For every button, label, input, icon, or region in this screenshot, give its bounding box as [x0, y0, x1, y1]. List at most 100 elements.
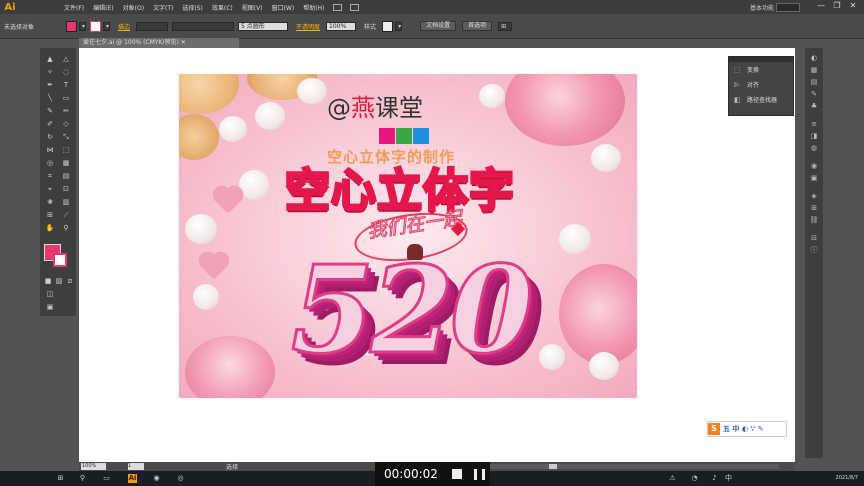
number-520-text[interactable]: 520 [290, 239, 535, 383]
zoom-tool-icon[interactable]: ⚲ [60, 223, 72, 233]
stroke-swatch-control[interactable] [90, 20, 102, 32]
arrange-documents-icon[interactable]: ⊞ [498, 21, 513, 31]
appearance-panel-icon[interactable]: ◉ [809, 162, 819, 170]
ime-toolbar[interactable]: S 五 中 ◐ ∵ ✎ [707, 421, 787, 437]
eyedropper-tool-icon[interactable]: ⌖ [44, 184, 56, 194]
symbol-sprayer-tool-icon[interactable]: ❀ [44, 197, 56, 207]
bridge-icon[interactable] [333, 3, 343, 11]
illustrator-task-icon[interactable]: Ai [128, 474, 137, 483]
color-guide-icon[interactable]: ▦ [809, 66, 819, 74]
flyout-item-align[interactable]: ⊫ 对齐 [729, 77, 793, 92]
task-view-icon[interactable]: ▭ [102, 474, 111, 483]
start-icon[interactable]: ⊞ [56, 474, 65, 483]
scale-tool-icon[interactable]: ⤡ [60, 132, 72, 142]
stroke-panel-icon[interactable]: ≡ [809, 120, 819, 128]
taskbar-clock[interactable]: 2021/8/7 [836, 475, 858, 481]
color-panel-icon[interactable]: ◐ [809, 54, 819, 62]
line-tool-icon[interactable]: ╲ [44, 93, 56, 103]
menu-file[interactable]: 文件(F) [64, 3, 84, 12]
hand-tool-icon[interactable]: ✋ [44, 223, 56, 233]
brushes-panel-icon[interactable]: ✎ [809, 90, 819, 98]
menu-effect[interactable]: 效果(C) [212, 3, 233, 12]
flyout-item-pathfinder[interactable]: ◧ 路径查找器 [729, 92, 793, 107]
workspace-switcher[interactable]: 基本功能 [750, 3, 774, 12]
symbols-panel-icon[interactable]: ♣ [809, 102, 819, 110]
menu-view[interactable]: 视图(V) [242, 3, 263, 12]
column-graph-tool-icon[interactable]: ▥ [60, 197, 72, 207]
blob-brush-tool-icon[interactable]: ✐ [44, 119, 56, 129]
slice-tool-icon[interactable]: ⟋ [60, 210, 72, 220]
stroke-dropdown[interactable]: ▾ [103, 21, 111, 31]
fill-swatch-control[interactable] [66, 20, 78, 32]
arrange-icon[interactable] [350, 3, 360, 11]
pencil-tool-icon[interactable]: ✏ [60, 106, 72, 116]
volume-icon[interactable]: ♪ [710, 474, 719, 483]
mesh-tool-icon[interactable]: ⌗ [44, 171, 56, 181]
eraser-tool-icon[interactable]: ◇ [60, 119, 72, 129]
variable-width-select[interactable] [172, 21, 235, 31]
pen-tool-icon[interactable]: ✒ [44, 80, 56, 90]
blend-tool-icon[interactable]: ⊡ [60, 184, 72, 194]
stroke-label[interactable]: 描边 [118, 22, 130, 31]
rotate-tool-icon[interactable]: ↻ [44, 132, 56, 142]
magic-wand-tool-icon[interactable]: ✧ [44, 67, 56, 77]
artboard-tool-icon[interactable]: ⊞ [44, 210, 56, 220]
style-dropdown[interactable]: ▾ [395, 21, 403, 31]
close-button[interactable]: ✕ [846, 1, 860, 10]
flyout-item-transform[interactable]: ⬚ 变换 [729, 62, 793, 77]
rectangle-tool-icon[interactable]: ▭ [60, 93, 72, 103]
tray-icon[interactable]: ⚠ [668, 474, 677, 483]
graphic-styles-icon[interactable]: ▣ [809, 174, 819, 182]
chat-task-icon[interactable]: ◎ [176, 474, 185, 483]
stop-button[interactable] [451, 469, 462, 479]
menu-type[interactable]: 文字(T) [153, 3, 173, 12]
gradient-panel-icon[interactable]: ◨ [809, 132, 819, 140]
browser-task-icon[interactable]: ◉ [152, 474, 161, 483]
artboard[interactable]: @燕课堂 空心立体字的制作 空心立体字 我们在一起 520 [179, 74, 637, 398]
document-setup-button[interactable]: 文档设置 [420, 21, 457, 31]
none-mode-icon[interactable]: ⧄ [64, 276, 76, 286]
preferences-button[interactable]: 首选项 [462, 21, 493, 31]
links-panel-icon[interactable]: ⛓ [809, 216, 819, 224]
navigator-panel-icon[interactable]: ⊟ [809, 234, 819, 242]
direct-selection-tool-icon[interactable]: △ [60, 54, 72, 64]
brush-select[interactable]: 5 点圆形 [238, 21, 289, 31]
free-transform-tool-icon[interactable]: ⬚ [60, 145, 72, 155]
menu-select[interactable]: 选择(S) [182, 3, 203, 12]
stroke-color-swatch[interactable] [53, 253, 67, 267]
shape-builder-tool-icon[interactable]: ◎ [44, 158, 56, 168]
transparency-panel-icon[interactable]: ◍ [809, 144, 819, 152]
main-title-text[interactable]: 空心立体字 [283, 154, 515, 219]
pause-button[interactable] [473, 468, 485, 480]
opacity-label[interactable]: 不透明度 [296, 22, 320, 31]
help-search-input[interactable] [776, 3, 800, 12]
type-tool-icon[interactable]: T [60, 80, 72, 90]
screen-mode-icon[interactable]: ▣ [44, 302, 56, 312]
swatches-panel-icon[interactable]: ▤ [809, 78, 819, 86]
menu-object[interactable]: 对象(O) [123, 3, 144, 12]
scroll-thumb[interactable] [549, 464, 557, 469]
lasso-tool-icon[interactable]: ◌ [60, 67, 72, 77]
document-canvas[interactable]: @燕课堂 空心立体字的制作 空心立体字 我们在一起 520 S 五 中 ◐ ∵ … [79, 48, 795, 462]
perspective-grid-tool-icon[interactable]: ▦ [60, 158, 72, 168]
document-tab[interactable]: 爱在七夕.ai @ 100% (CMYK/预览) ✕ [79, 38, 239, 48]
info-panel-icon[interactable]: ⓘ [809, 246, 819, 254]
drawing-mode-icon[interactable]: ◫ [44, 289, 56, 299]
opacity-input[interactable]: 100% [326, 21, 357, 31]
network-icon[interactable]: ◔ [690, 474, 699, 483]
selection-tool-icon[interactable]: ▲ [44, 54, 56, 64]
zoom-input[interactable]: 100% [81, 463, 106, 470]
artboard-number-input[interactable]: 1 [128, 463, 144, 470]
width-tool-icon[interactable]: ⋈ [44, 145, 56, 155]
style-swatch[interactable] [382, 20, 394, 32]
menu-help[interactable]: 帮助(H) [303, 3, 324, 12]
menu-window[interactable]: 窗口(W) [272, 3, 295, 12]
fill-dropdown[interactable]: ▾ [79, 21, 87, 31]
search-icon[interactable]: ⚲ [78, 474, 87, 483]
maximize-button[interactable]: ❐ [830, 1, 844, 10]
ime-indicator[interactable]: 中 [724, 474, 733, 483]
paintbrush-tool-icon[interactable]: ✎ [44, 106, 56, 116]
menu-edit[interactable]: 编辑(E) [93, 3, 113, 12]
minimize-button[interactable]: — [814, 1, 828, 10]
stroke-weight-select[interactable] [136, 21, 169, 31]
